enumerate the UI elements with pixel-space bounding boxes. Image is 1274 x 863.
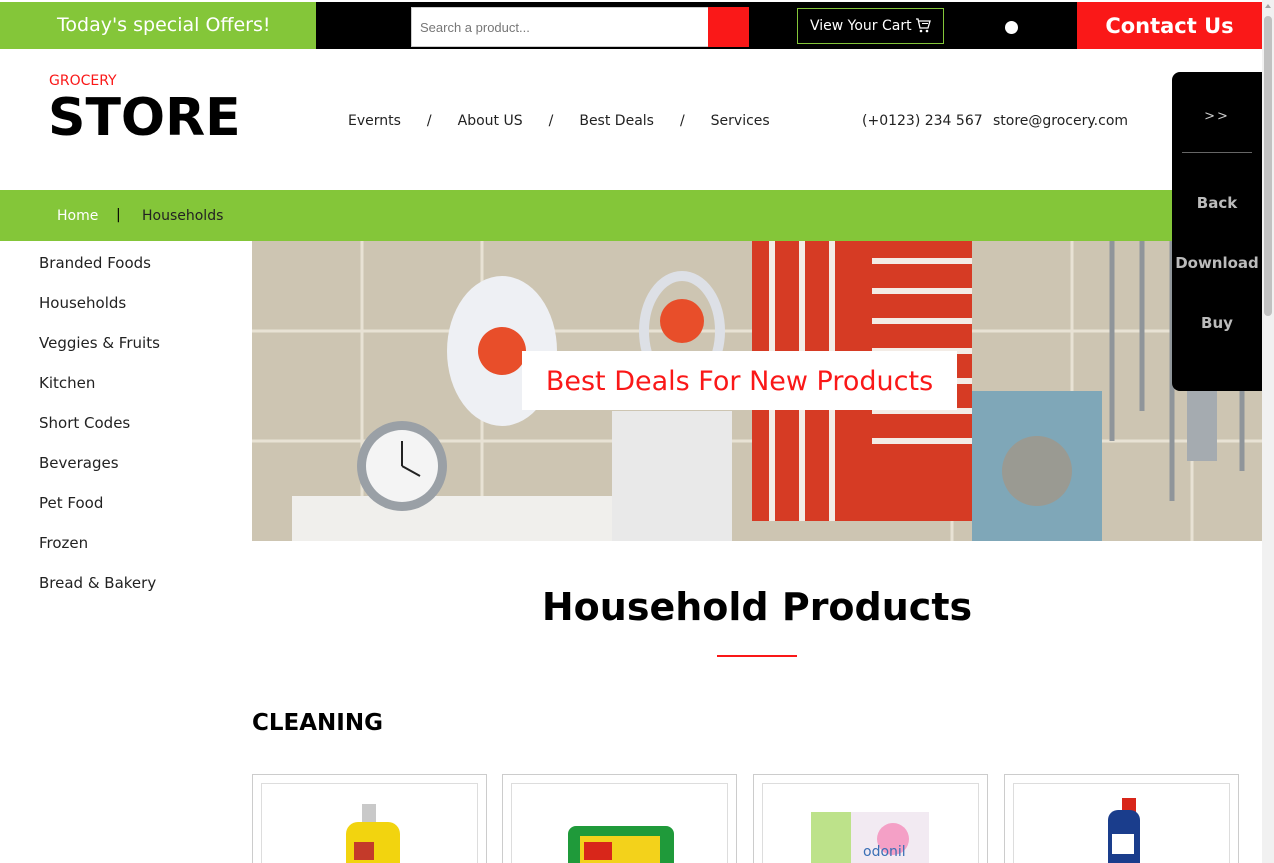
- nav-item-events[interactable]: Evernts: [348, 113, 401, 129]
- product-image: [261, 783, 478, 863]
- search-form: [411, 7, 749, 47]
- view-cart-button[interactable]: View Your Cart: [797, 8, 944, 44]
- product-card[interactable]: [252, 774, 487, 863]
- scrollbar-thumb[interactable]: [1264, 16, 1272, 316]
- view-cart-label: View Your Cart: [810, 18, 912, 34]
- odonil-box-image: odonil: [811, 812, 929, 863]
- category-short-codes[interactable]: Short Codes: [39, 414, 130, 432]
- category-frozen[interactable]: Frozen: [39, 534, 88, 552]
- side-panel-download[interactable]: Download: [1172, 254, 1262, 272]
- top-bar: Today's special Offers! View Your Cart C…: [0, 2, 1262, 49]
- blue-cleaner-bottle-image: [1108, 798, 1140, 863]
- contact-us-button[interactable]: Contact Us: [1077, 2, 1262, 49]
- product-card[interactable]: [502, 774, 737, 863]
- yellow-bottle-image: [346, 804, 400, 863]
- side-panel-back[interactable]: Back: [1172, 194, 1262, 212]
- toggle-dot[interactable]: [1005, 21, 1018, 34]
- search-input[interactable]: [411, 7, 709, 47]
- side-panel-buy[interactable]: Buy: [1172, 314, 1262, 332]
- product-card[interactable]: [1004, 774, 1239, 863]
- section-title: Household Products: [541, 585, 973, 629]
- page: Today's special Offers! View Your Cart C…: [0, 0, 1274, 863]
- category-branded-foods[interactable]: Branded Foods: [39, 254, 151, 272]
- title-underline: [717, 655, 797, 657]
- nav-item-about[interactable]: About US: [458, 113, 523, 129]
- side-panel-toggle[interactable]: >>: [1172, 109, 1262, 124]
- nav-separator: /: [426, 113, 432, 129]
- breadcrumb-home[interactable]: Home: [57, 208, 98, 224]
- search-button[interactable]: [708, 7, 749, 47]
- product-card[interactable]: odonil: [753, 774, 988, 863]
- nav-separator: /: [679, 113, 685, 129]
- side-panel: >> Back Download Buy: [1172, 72, 1262, 391]
- logo[interactable]: STORE: [48, 88, 241, 148]
- email-link[interactable]: store@grocery.com: [993, 113, 1128, 129]
- green-dish-bar-image: [568, 826, 674, 863]
- category-kitchen[interactable]: Kitchen: [39, 374, 95, 392]
- category-title: CLEANING: [252, 710, 383, 736]
- phone-number: (+0123) 234 567: [862, 113, 983, 129]
- side-panel-divider: [1182, 152, 1252, 153]
- product-image: [511, 783, 728, 863]
- logo-subtitle: GROCERY: [49, 73, 117, 89]
- breadcrumb-current: Households: [142, 208, 224, 224]
- special-offers-link[interactable]: Today's special Offers!: [0, 2, 316, 49]
- main-nav: Evernts / About US / Best Deals / Servic…: [348, 113, 770, 129]
- breadcrumb: Home | Households: [0, 190, 1262, 241]
- nav-item-services[interactable]: Services: [711, 113, 770, 129]
- category-pet-food[interactable]: Pet Food: [39, 494, 103, 512]
- nav-item-best-deals[interactable]: Best Deals: [579, 113, 654, 129]
- breadcrumb-separator: |: [116, 207, 121, 223]
- category-beverages[interactable]: Beverages: [39, 454, 119, 472]
- category-households[interactable]: Households: [39, 294, 126, 312]
- cart-icon: [916, 18, 931, 33]
- product-image: [1013, 783, 1230, 863]
- page-scrollbar[interactable]: [1262, 0, 1274, 863]
- svg-text:odonil: odonil: [863, 844, 906, 860]
- banner-caption: Best Deals For New Products: [522, 351, 957, 410]
- category-veggies-fruits[interactable]: Veggies & Fruits: [39, 334, 160, 352]
- product-image: odonil: [762, 783, 979, 863]
- category-bread-bakery[interactable]: Bread & Bakery: [39, 574, 156, 592]
- nav-separator: /: [548, 113, 554, 129]
- scroll-up-icon[interactable]: [1265, 4, 1271, 8]
